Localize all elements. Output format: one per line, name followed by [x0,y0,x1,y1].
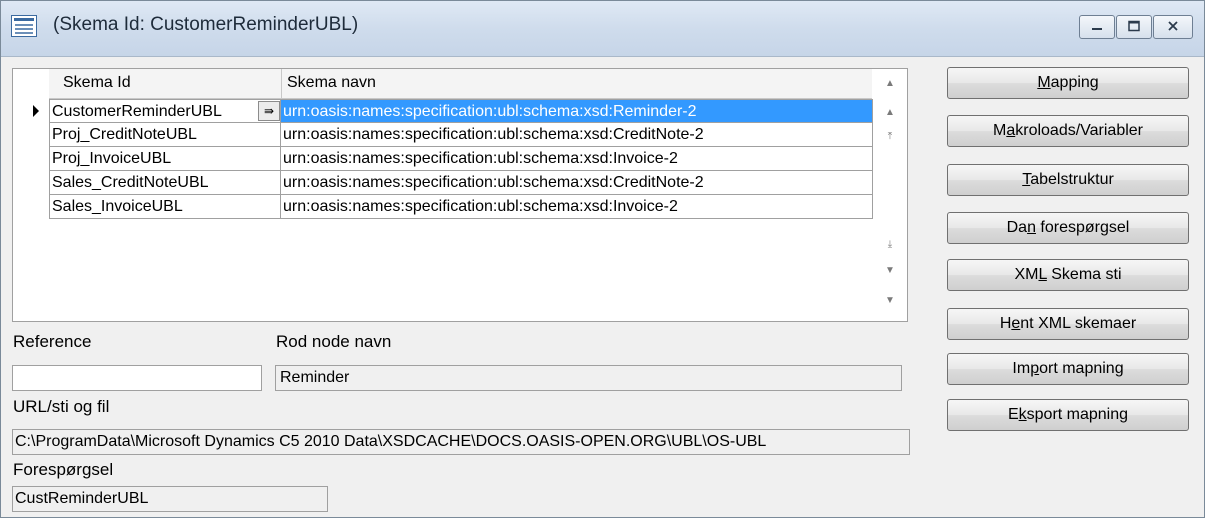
query-label: Forespørgsel [13,460,114,479]
mapping-button[interactable]: Mapping [947,67,1189,99]
schema-grid[interactable]: Skema Id Skema navn CustomerReminderUBL … [12,68,908,322]
table-row[interactable]: Sales_InvoiceUBL urn:oasis:names:specifi… [13,195,873,219]
scroll-line-down-icon[interactable]: ▼ [884,265,896,277]
url-label: URL/sti og fil [13,397,110,416]
root-node-field[interactable]: Reminder [275,365,902,391]
macroloads-variables-button[interactable]: Makroloads/Variabler [947,115,1189,147]
reference-input[interactable] [12,365,262,391]
grid-header: Skema Id Skema navn [49,69,872,99]
current-row-indicator-icon [33,105,39,117]
export-mapping-button[interactable]: Eksport mapning [947,399,1189,431]
grid-scrollbar[interactable]: ▲ ▲ ⤒ ⤓ ▼ ▼ [873,69,907,321]
column-header-schema-name[interactable]: Skema navn [287,74,376,92]
scroll-top-icon[interactable]: ⤒ [884,131,896,143]
xml-schema-path-button[interactable]: XML Skema sti [947,259,1189,291]
url-field[interactable]: C:\ProgramData\Microsoft Dynamics C5 201… [12,429,910,455]
schema-id-cell[interactable]: Sales_InvoiceUBL [49,195,281,219]
table-row[interactable]: Sales_CreditNoteUBL urn:oasis:names:spec… [13,171,873,195]
create-query-button[interactable]: Dan forespørgsel [947,212,1189,244]
window-title: (Skema Id: CustomerReminderUBL) [53,14,359,35]
scroll-line-up-icon[interactable]: ▲ [884,107,896,119]
schema-id-cell[interactable]: CustomerReminderUBL ⇛ [49,99,281,123]
table-row[interactable]: Proj_CreditNoteUBL urn:oasis:names:speci… [13,123,873,147]
schema-name-cell[interactable]: urn:oasis:names:specification:ubl:schema… [281,147,873,171]
form-window-icon[interactable] [11,15,37,37]
schema-id-cell[interactable]: Sales_CreditNoteUBL [49,171,281,195]
import-mapping-button[interactable]: Import mapning [947,353,1189,385]
maximize-button[interactable] [1116,15,1152,39]
scroll-page-up-icon[interactable]: ▲ [884,78,896,90]
minimize-icon [1092,28,1102,30]
schema-id-cell[interactable]: Proj_InvoiceUBL [49,147,281,171]
table-row[interactable]: Proj_InvoiceUBL urn:oasis:names:specific… [13,147,873,171]
minimize-button[interactable] [1079,15,1115,39]
table-structure-button[interactable]: Tabelstruktur [947,164,1189,196]
fetch-xml-schemas-button[interactable]: Hent XML skemaer [947,308,1189,340]
reference-label: Reference [13,332,92,351]
schema-name-cell[interactable]: urn:oasis:names:specification:ubl:schema… [281,171,873,195]
root-node-label: Rod node navn [276,332,392,351]
scroll-bottom-icon[interactable]: ⤓ [884,239,896,251]
close-icon [1168,21,1178,31]
title-bar[interactable]: (Skema Id: CustomerReminderUBL) [1,1,1204,57]
schema-name-cell[interactable]: urn:oasis:names:specification:ubl:schema… [281,99,873,123]
column-header-schema-id[interactable]: Skema Id [63,74,131,92]
maximize-icon [1128,20,1140,32]
table-row[interactable]: CustomerReminderUBL ⇛ urn:oasis:names:sp… [13,99,873,123]
scroll-page-down-icon[interactable]: ▼ [884,295,896,307]
schema-window: (Skema Id: CustomerReminderUBL) Skema Id… [0,0,1205,518]
lookup-icon[interactable]: ⇛ [258,101,280,121]
query-field[interactable]: CustReminderUBL [12,486,328,512]
schema-name-cell[interactable]: urn:oasis:names:specification:ubl:schema… [281,123,873,147]
schema-name-cell[interactable]: urn:oasis:names:specification:ubl:schema… [281,195,873,219]
schema-id-cell[interactable]: Proj_CreditNoteUBL [49,123,281,147]
close-button[interactable] [1153,15,1193,39]
